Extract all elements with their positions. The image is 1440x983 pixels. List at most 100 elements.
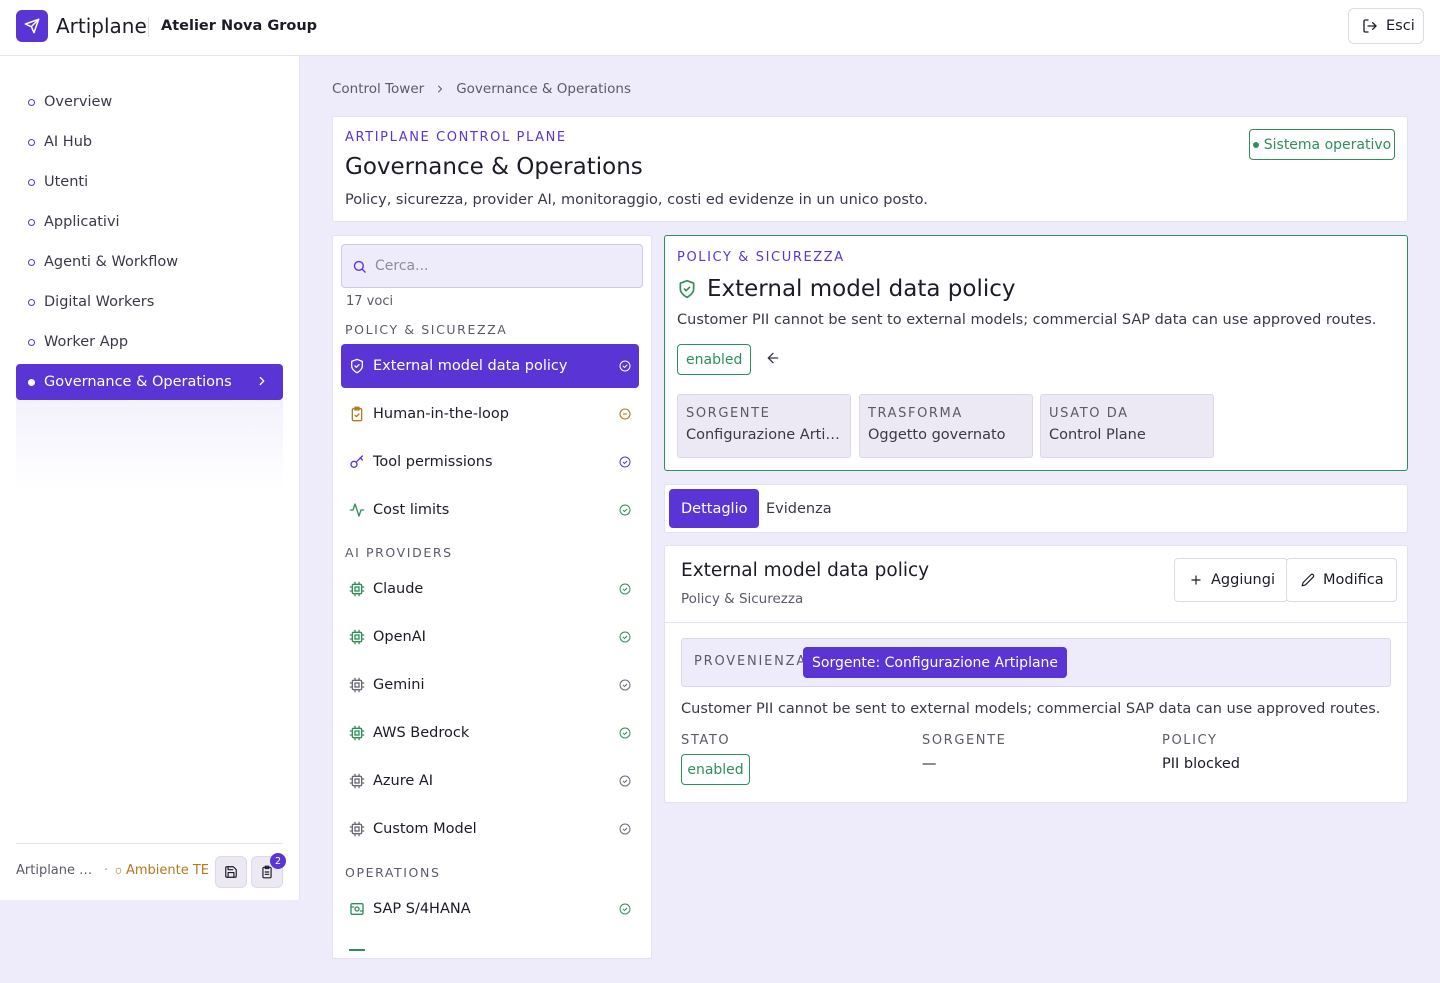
- breadcrumb: Control Tower Governance & Operations: [332, 81, 631, 97]
- detail-title-text: External model data policy: [707, 276, 1016, 302]
- page-subtitle: Policy, sicurezza, provider AI, monitora…: [345, 192, 928, 208]
- chevron-right-icon: [438, 85, 443, 93]
- meta-value: Control Plane: [1049, 427, 1146, 443]
- meta-key: USATO DA: [1049, 406, 1129, 421]
- nav-dot-icon: [28, 98, 35, 106]
- list-item-label: OpenAI: [373, 629, 426, 645]
- save-button[interactable]: [215, 856, 247, 888]
- chevron-right-icon: [259, 376, 265, 386]
- notification-badge: 2: [270, 853, 286, 869]
- provenance-bar: PROVENIENZA Sorgente: Configurazione Art…: [681, 638, 1391, 687]
- tab-dettaglio[interactable]: Dettaglio: [669, 489, 760, 528]
- nav-dot-icon: [28, 378, 35, 386]
- shield-check-icon: [679, 279, 695, 299]
- footer-separator: ·: [104, 863, 109, 878]
- list-item-human-in-the-loop[interactable]: Human-in-the-loop: [341, 392, 639, 436]
- nav-dot-icon: [28, 178, 35, 186]
- sidebar-item-overview[interactable]: Overview: [16, 84, 283, 120]
- record-title: External model data policy: [681, 560, 930, 581]
- list-item-external-model-data-policy[interactable]: External model data policy: [341, 344, 639, 388]
- breadcrumb-current: Governance & Operations: [456, 81, 631, 97]
- paper-plane-icon: [24, 18, 40, 34]
- status-check-icon: [619, 775, 631, 787]
- pencil-icon: [1301, 573, 1315, 587]
- status-check-icon: [619, 631, 631, 643]
- record-description: Customer PII cannot be sent to external …: [681, 701, 1381, 717]
- nav-dot-icon: [28, 258, 35, 266]
- list-item-claude[interactable]: Claude: [341, 567, 639, 611]
- governance-list-panel: 17 voci POLICY & SICUREZZA External mode…: [332, 235, 652, 959]
- chip-icon: [349, 773, 365, 789]
- list-item-label: Custom Model: [373, 821, 477, 837]
- field-value: —: [922, 756, 937, 772]
- sidebar-item-label: Utenti: [44, 174, 89, 190]
- status-check-icon: [619, 823, 631, 835]
- sidebar-footer-divider: [16, 843, 283, 844]
- logout-button[interactable]: Esci: [1348, 8, 1424, 44]
- group-label-operations: OPERATIONS: [345, 865, 441, 880]
- nav-dot-icon: [28, 338, 35, 346]
- environment-label: Ambiente TE: [125, 863, 209, 878]
- status-badge: enabled: [681, 754, 750, 785]
- chip-icon: [349, 629, 365, 645]
- tab-evidenza[interactable]: Evidenza: [754, 489, 844, 528]
- sidebar-item-ai-hub[interactable]: AI Hub: [16, 124, 283, 160]
- sidebar-item-digital-workers[interactable]: Digital Workers: [16, 284, 283, 320]
- detail-description: Customer PII cannot be sent to external …: [677, 312, 1377, 328]
- selected-item-card: POLICY & SICUREZZA External model data p…: [664, 235, 1408, 471]
- organization-name: Atelier Nova Group: [161, 18, 318, 34]
- sidebar-item-agenti-workflow[interactable]: Agenti & Workflow: [16, 244, 283, 280]
- sidebar-item-label: AI Hub: [44, 134, 93, 150]
- list-item-azure-ai[interactable]: Azure AI: [341, 759, 639, 803]
- environment-badge: Ambiente TE: [115, 863, 209, 878]
- sidebar-item-applicativi[interactable]: Applicativi: [16, 204, 283, 240]
- arrow-left-icon[interactable]: [765, 350, 781, 366]
- sidebar-item-label: Applicativi: [44, 214, 120, 230]
- meta-key: TRASFORMA: [868, 406, 963, 421]
- field-key: SORGENTE: [922, 733, 1007, 748]
- list-item-custom-model[interactable]: Custom Model: [341, 807, 639, 851]
- nav-dot-icon: [28, 138, 35, 146]
- sidebar-item-worker-app[interactable]: Worker App: [16, 324, 283, 360]
- field-value: PII blocked: [1162, 756, 1240, 772]
- brand-name: Artiplane: [56, 14, 147, 38]
- breadcrumb-root[interactable]: Control Tower: [332, 81, 424, 97]
- logo[interactable]: [16, 10, 48, 42]
- record-subtitle: Policy & Sicurezza: [681, 591, 804, 607]
- list-item-label: Cost limits: [373, 502, 450, 518]
- clipboard-check-icon: [349, 406, 365, 422]
- list-item-label: AWS Bedrock: [373, 725, 470, 741]
- meta-value: Oggetto governato: [868, 427, 1006, 443]
- list-item-sap-s4hana[interactable]: SAP S/4HANA: [341, 887, 639, 931]
- status-dot-icon: [1252, 141, 1259, 148]
- add-button[interactable]: Aggiungi: [1174, 558, 1288, 602]
- list-item-tool-permissions[interactable]: Tool permissions: [341, 440, 639, 484]
- edit-button-label: Modifica: [1323, 572, 1384, 588]
- list-item-cost-limits[interactable]: Cost limits: [341, 488, 639, 532]
- logout-label: Esci: [1386, 18, 1415, 34]
- provenance-source-badge: Sorgente: Configurazione Artiplane: [803, 647, 1068, 678]
- list-item-openai[interactable]: OpenAI: [341, 615, 639, 659]
- list-item-label: External model data policy: [373, 358, 568, 374]
- item-count: 17 voci: [346, 294, 394, 309]
- sidebar-item-utenti[interactable]: Utenti: [16, 164, 283, 200]
- group-label-ai-providers: AI PROVIDERS: [345, 545, 453, 560]
- field-sorgente: SORGENTE —: [922, 733, 1006, 772]
- app-version: Artiplane v…: [16, 863, 96, 878]
- search-input[interactable]: [375, 258, 625, 274]
- plus-icon: [1191, 575, 1201, 585]
- meta-used-by: USATO DA Control Plane: [1040, 394, 1214, 458]
- chip-icon: [349, 725, 365, 741]
- list-item-aws-bedrock[interactable]: AWS Bedrock: [341, 711, 639, 755]
- detail-category: POLICY & SICUREZZA: [677, 250, 845, 265]
- header-divider: [148, 17, 149, 37]
- list-item-label: Human-in-the-loop: [373, 406, 509, 422]
- group-label-policy: POLICY & SICUREZZA: [345, 322, 508, 337]
- edit-button[interactable]: Modifica: [1286, 558, 1397, 602]
- sidebar-item-label: Digital Workers: [44, 294, 155, 310]
- search-box[interactable]: [341, 244, 643, 288]
- list-overflow-hint: [349, 949, 365, 951]
- provenance-key: PROVENIENZA: [694, 654, 808, 669]
- sidebar-item-governance-operations[interactable]: Governance & Operations: [16, 364, 283, 400]
- list-item-gemini[interactable]: Gemini: [341, 663, 639, 707]
